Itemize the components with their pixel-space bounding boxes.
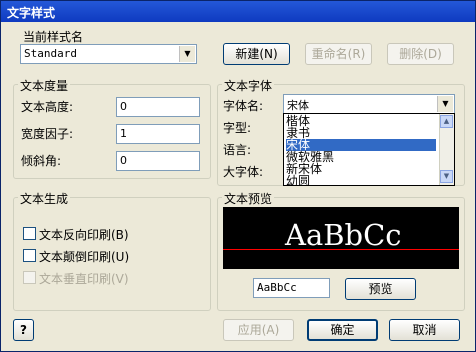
vertical-label: 文本垂直印刷(V)	[39, 272, 129, 286]
font-dropdown-list[interactable]: 楷体 隶书 宋体 微软雅黑 新宋体 幼圆 ▲ ▼	[283, 113, 455, 186]
backwards-checkbox[interactable]	[23, 227, 36, 240]
current-style-label: 当前样式名	[23, 30, 84, 44]
upside-down-label: 文本颠倒印刷(U)	[39, 250, 130, 264]
current-style-combo[interactable]: Standard ▼	[20, 44, 197, 64]
new-button[interactable]: 新建(N)	[223, 43, 290, 65]
current-style-value: Standard	[24, 47, 77, 60]
text-height-label: 文本高度:	[21, 100, 74, 114]
ok-button[interactable]: 确定	[307, 319, 378, 341]
text-style-dialog: 文字样式 当前样式名 Standard ▼ 新建(N) 重命名(R) 删除(D)…	[0, 0, 476, 352]
font-option[interactable]: 幼圆	[286, 175, 310, 185]
bigfont-label: 大字体:	[223, 165, 264, 179]
preview-sample-text: AaBbCc	[285, 218, 402, 252]
font-style-label: 字型:	[223, 121, 252, 135]
preview-button[interactable]: 预览	[345, 278, 416, 300]
rename-button[interactable]: 重命名(R)	[305, 43, 372, 65]
help-icon[interactable]: ?	[13, 319, 34, 341]
oblique-angle-label: 倾斜角:	[21, 154, 62, 168]
width-factor-input[interactable]: 1	[116, 124, 200, 144]
preview-text-input[interactable]: AaBbCc	[253, 278, 330, 298]
width-factor-label: 宽度因子:	[21, 127, 74, 141]
title-bar[interactable]: 文字样式	[1, 1, 475, 22]
dropdown-scrollbar[interactable]: ▲ ▼	[439, 114, 454, 185]
language-label: 语言:	[223, 143, 252, 157]
window-title: 文字样式	[7, 6, 56, 20]
font-name-combo[interactable]: 宋体 ▼	[283, 94, 455, 114]
text-generation-title: 文本生成	[18, 190, 71, 207]
preview-canvas: AaBbCc	[223, 207, 459, 269]
scroll-down-icon[interactable]: ▼	[440, 170, 453, 183]
chevron-down-icon[interactable]: ▼	[437, 96, 453, 112]
font-name-label: 字体名:	[223, 99, 264, 113]
upside-down-checkbox[interactable]	[23, 249, 36, 262]
text-height-input[interactable]: 0	[116, 97, 200, 117]
text-metrics-title: 文本度量	[18, 77, 71, 94]
apply-button[interactable]: 应用(A)	[223, 319, 294, 341]
font-name-value: 宋体	[287, 99, 309, 112]
cancel-button[interactable]: 取消	[389, 319, 460, 341]
scroll-up-icon[interactable]: ▲	[440, 115, 453, 128]
text-font-title: 文本字体	[222, 77, 275, 94]
text-preview-title: 文本预览	[222, 190, 275, 207]
chevron-down-icon[interactable]: ▼	[179, 46, 195, 62]
delete-button[interactable]: 删除(D)	[387, 43, 454, 65]
backwards-label: 文本反向印刷(B)	[39, 228, 129, 242]
oblique-angle-input[interactable]: 0	[116, 151, 200, 171]
vertical-checkbox[interactable]	[23, 271, 36, 284]
